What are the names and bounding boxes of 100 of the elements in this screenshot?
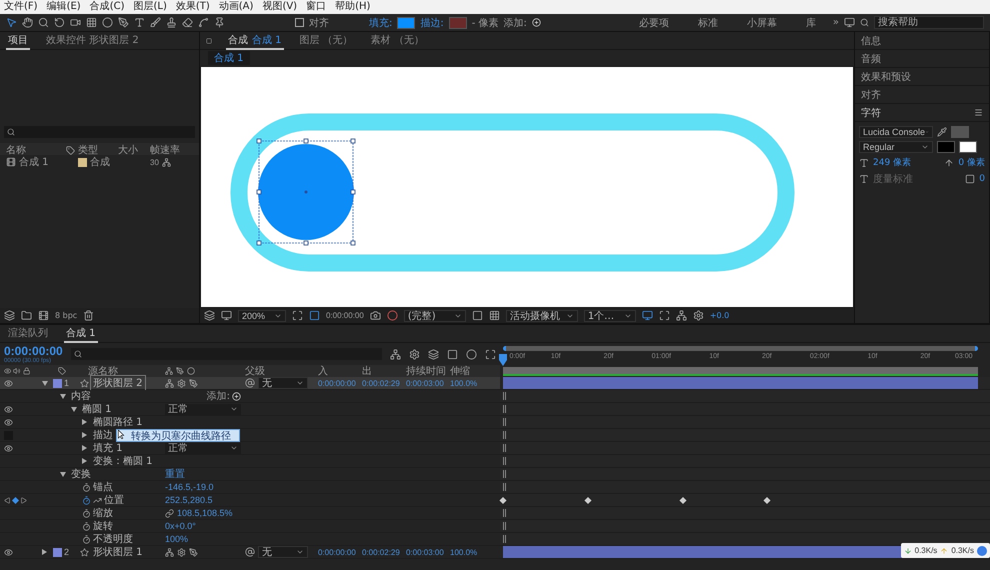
column-header[interactable]: 类型 (78, 143, 118, 157)
chevron-down-icon[interactable] (296, 379, 304, 387)
chevron-down-icon[interactable] (230, 405, 238, 413)
property-value[interactable]: 108.5,108.5% (177, 508, 297, 518)
property-value[interactable]: -146.5,-19.0 (165, 482, 285, 492)
column-header[interactable]: 大小 (118, 143, 150, 157)
column-header[interactable]: 父级 (245, 364, 318, 378)
search-icon[interactable] (860, 18, 869, 27)
add-icon[interactable] (532, 18, 541, 27)
stroke-width-value[interactable]: - 像素 (472, 16, 499, 30)
fill-color-swatch[interactable] (397, 16, 416, 28)
add-icon[interactable] (232, 392, 241, 400)
eraser-tool-icon[interactable] (182, 17, 193, 28)
label-color-swatch[interactable] (53, 378, 62, 388)
kerning-value[interactable]: 度量标准 (873, 172, 913, 186)
new-composition-icon[interactable] (38, 310, 49, 321)
pick-whip-icon[interactable] (245, 378, 255, 388)
menu-icon[interactable] (974, 108, 983, 117)
video-toggle-icon[interactable] (4, 367, 12, 375)
type-tool-icon[interactable] (134, 17, 145, 28)
font-size-value[interactable]: 249 像素 (873, 156, 912, 169)
viewer-tab[interactable]: 素材 （无） (368, 32, 426, 50)
flowchart-icon[interactable] (162, 158, 171, 166)
pen-tool-icon[interactable] (118, 17, 129, 28)
visibility-eye-icon[interactable] (4, 418, 13, 426)
workspace-tab[interactable]: 库 (794, 16, 828, 30)
circle-icon[interactable] (977, 546, 987, 556)
parent-dropdown[interactable]: 无 (258, 546, 308, 558)
selection-tool-icon[interactable] (6, 17, 17, 28)
menu-item[interactable]: 效果(T) (176, 0, 210, 14)
eyedropper-icon[interactable] (937, 127, 947, 137)
more-workspaces[interactable]: » (832, 17, 839, 28)
column-header[interactable]: 伸缩 (450, 364, 490, 378)
brush-tool-icon[interactable] (150, 17, 161, 28)
hand-tool-icon[interactable] (22, 17, 33, 28)
workspace-icon[interactable] (844, 17, 855, 28)
out-time[interactable]: 0:00:02:29 (362, 548, 406, 556)
context-menu-item[interactable]: 转换为贝塞尔曲线路径 (116, 429, 240, 442)
link-icon[interactable] (165, 508, 174, 518)
views-dropdown[interactable]: 1个… (584, 310, 636, 322)
font-style-dropdown[interactable]: Regular (859, 141, 933, 153)
layer-search-field[interactable] (70, 348, 382, 360)
property-value[interactable]: 100% (165, 534, 285, 544)
previous-keyframe-icon[interactable] (4, 496, 11, 504)
column-header[interactable]: 源名称 (88, 364, 118, 378)
visibility-eye-icon[interactable] (4, 404, 13, 414)
property-value[interactable]: 252.5,280.5 (165, 495, 285, 505)
out-time[interactable]: 0:00:02:29 (362, 378, 406, 388)
menu-item[interactable]: 帮助(H) (335, 0, 370, 14)
workspace-tab[interactable]: 小屏幕 (734, 16, 789, 30)
rotate-tool-icon[interactable] (54, 17, 65, 28)
search-icon[interactable] (74, 350, 82, 358)
stopwatch-icon[interactable] (82, 522, 91, 530)
folder-icon[interactable] (21, 310, 32, 321)
flowchart-icon[interactable] (676, 310, 687, 321)
fill-color-swatch[interactable] (951, 126, 969, 138)
label-color-swatch[interactable] (53, 548, 62, 556)
menu-item[interactable]: 编辑(E) (46, 0, 81, 14)
stopwatch-icon[interactable] (82, 508, 91, 518)
property-value[interactable]: 0x+0.0° (165, 521, 285, 531)
visibility-eye-icon[interactable] (4, 548, 13, 556)
current-timecode[interactable]: 0:00:00:00 (4, 344, 63, 358)
stopwatch-icon[interactable] (82, 496, 91, 504)
menu-item[interactable]: 合成(C) (90, 0, 124, 14)
column-header[interactable]: 名称 (6, 143, 66, 157)
column-header[interactable]: 出 (362, 364, 406, 378)
search-icon[interactable] (7, 128, 15, 136)
search-field[interactable]: 搜索帮助 (874, 16, 984, 29)
camera-tool-icon[interactable] (70, 17, 81, 28)
fill-label[interactable]: 填充: (369, 16, 392, 30)
keyframe[interactable] (764, 496, 771, 504)
workspace-tab[interactable]: 必要项 (626, 16, 681, 30)
reset-link[interactable]: 重置 (165, 467, 205, 481)
visibility-eye-icon[interactable] (4, 444, 13, 452)
label-tag-icon[interactable] (66, 146, 75, 154)
tracking-value[interactable]: 0 (979, 174, 985, 184)
default-colors-swatch[interactable] (937, 141, 955, 153)
in-time[interactable]: 0:00:00:00 (318, 548, 362, 556)
playhead[interactable] (499, 354, 507, 366)
workspace-tab[interactable]: 标准 (686, 16, 730, 30)
menu-item[interactable]: 图层(L) (133, 0, 167, 14)
menu-item[interactable]: 文件(F) (4, 0, 38, 14)
snapshot-icon[interactable] (370, 310, 381, 321)
next-keyframe-icon[interactable] (20, 496, 27, 504)
bit-depth-label[interactable]: 8 bpc (55, 311, 78, 320)
zoom-tool-icon[interactable] (38, 17, 49, 28)
current-time[interactable]: 0:00:00:00 (326, 311, 364, 320)
composition-icon[interactable] (6, 157, 16, 167)
stopwatch-icon[interactable] (82, 534, 91, 544)
chevron-down-icon[interactable] (230, 444, 238, 452)
keyframe-toggle-icon[interactable] (12, 496, 20, 504)
layer-name[interactable]: 形状图层 2 (91, 376, 145, 390)
exposure-value[interactable]: +0.0 (710, 311, 730, 320)
puppet-pin-tool-icon[interactable] (214, 17, 225, 28)
item-name[interactable]: 合成 1 (19, 155, 49, 169)
stroke-color-swatch[interactable] (959, 141, 977, 153)
blend-mode-dropdown[interactable]: 正常 (165, 404, 241, 414)
timeline-tab[interactable]: 渲染队列 (6, 324, 50, 342)
fast-preview-icon[interactable] (642, 310, 653, 321)
panel-section-title[interactable]: 对齐 (861, 88, 881, 102)
